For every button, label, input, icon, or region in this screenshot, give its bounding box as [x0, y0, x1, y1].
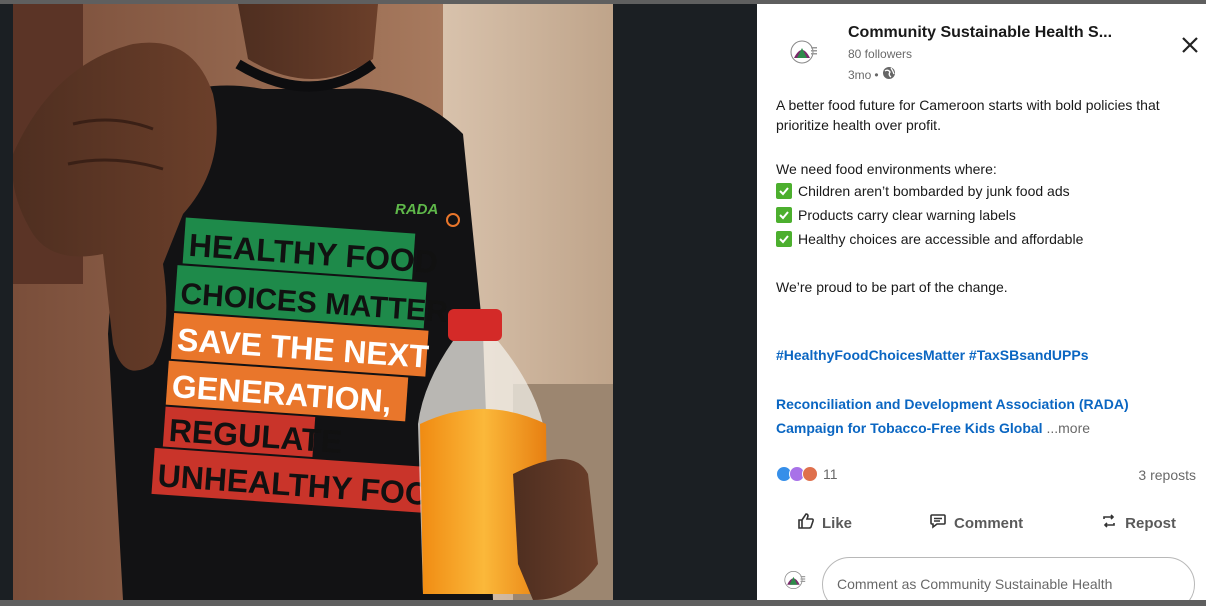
checklist-text: Products carry clear warning labels — [798, 207, 1016, 223]
see-more-link[interactable]: ...more — [1046, 420, 1090, 436]
rada-logo: RADA — [395, 201, 438, 218]
commenter-avatar — [784, 569, 806, 591]
thumbs-up-icon — [797, 512, 815, 534]
social-counts: 11 3 reposts — [776, 466, 1196, 486]
check-mark-icon — [776, 231, 792, 247]
photo-illustration: HEALTHY FOOD CHOICES MATTER SAVE THE NEX… — [13, 4, 613, 600]
repost-button[interactable]: Repost — [1100, 503, 1176, 543]
globe-icon — [882, 66, 896, 83]
post-meta: 3mo • — [848, 66, 896, 83]
comment-button[interactable]: Comment — [929, 503, 1023, 543]
hashtags-link[interactable]: #HealthyFoodChoicesMatter #TaxSBsandUPPs — [776, 345, 1196, 365]
meta-separator: • — [874, 67, 879, 82]
checklist-item: Children aren’t bombarded by junk food a… — [776, 179, 1196, 203]
comment-composer: Comment as Community Sustainable Health — [784, 557, 1195, 600]
post-header: Community Sustainable Health S... 80 fol… — [757, 4, 1206, 90]
comment-input[interactable]: Comment as Community Sustainable Health — [822, 557, 1195, 600]
love-reaction-icon — [802, 466, 818, 482]
comment-label: Comment — [954, 514, 1024, 532]
post-detail-panel: Community Sustainable Health S... 80 fol… — [757, 4, 1206, 600]
image-pane: HEALTHY FOOD CHOICES MATTER SAVE THE NEX… — [0, 4, 757, 600]
repost-icon — [1100, 512, 1118, 534]
post-intro: A better food future for Cameroon starts… — [776, 97, 1160, 133]
follower-count: 80 followers — [848, 47, 913, 61]
checklist-text: Children aren’t bombarded by junk food a… — [798, 183, 1070, 199]
post-viewer-modal: HEALTHY FOOD CHOICES MATTER SAVE THE NEX… — [0, 4, 1206, 600]
mention-tobacco-free-kids-link[interactable]: Campaign for Tobacco-Free Kids Global — [776, 420, 1043, 436]
checklist-text: Healthy choices are accessible and affor… — [798, 231, 1084, 247]
reaction-count: 11 — [823, 466, 838, 482]
org-name-link[interactable]: Community Sustainable Health S... — [848, 24, 1112, 42]
post-proud-line: We’re proud to be part of the change. — [776, 279, 1008, 295]
post-age: 3mo — [848, 67, 872, 82]
checklist-item: Healthy choices are accessible and affor… — [776, 227, 1196, 251]
post-photo[interactable]: HEALTHY FOOD CHOICES MATTER SAVE THE NEX… — [13, 4, 613, 600]
check-mark-icon — [776, 207, 792, 223]
mention-rada-link[interactable]: Reconciliation and Development Associati… — [776, 394, 1196, 414]
post-body: A better food future for Cameroon starts… — [776, 95, 1196, 438]
post-need-line: We need food environments where: — [776, 161, 997, 177]
like-button[interactable]: Like — [797, 503, 852, 543]
bottle-cap — [448, 309, 502, 341]
comment-icon — [929, 512, 947, 534]
checklist-item: Products carry clear warning labels — [776, 203, 1196, 227]
close-icon[interactable] — [1179, 34, 1201, 56]
check-mark-icon — [776, 183, 792, 199]
action-bar: Like Comment Repost — [757, 503, 1206, 543]
reposts-count[interactable]: 3 reposts — [1138, 467, 1196, 483]
reactions-summary[interactable]: 11 — [776, 466, 838, 482]
like-label: Like — [822, 514, 853, 532]
org-avatar[interactable] — [790, 38, 818, 66]
repost-label: Repost — [1125, 514, 1176, 532]
